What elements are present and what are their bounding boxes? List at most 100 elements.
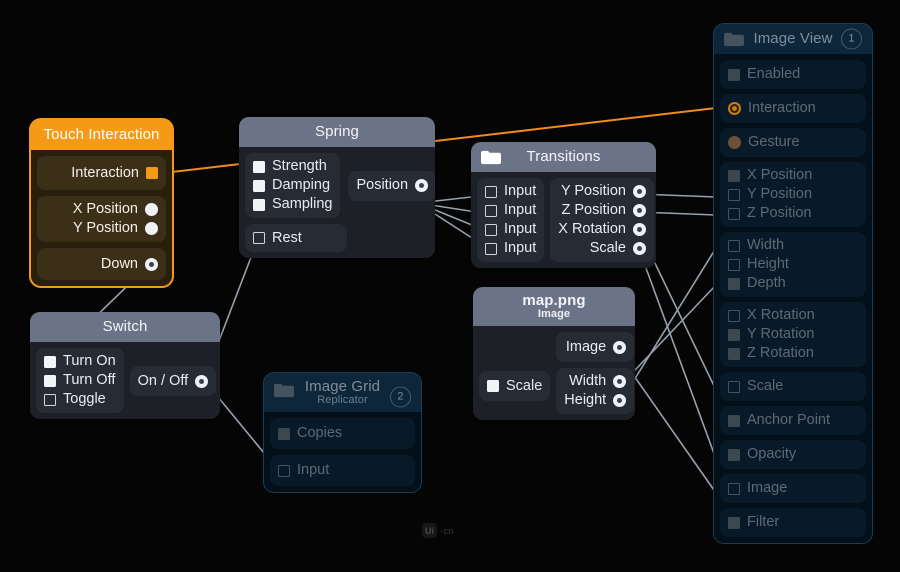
y-position-output-port[interactable] bbox=[145, 222, 158, 235]
port-row-interaction[interactable]: Interaction bbox=[45, 164, 158, 183]
port-row-sampling[interactable]: Sampling bbox=[253, 195, 332, 214]
on-off-output-port[interactable] bbox=[195, 374, 209, 388]
z-position-input-port[interactable] bbox=[728, 207, 740, 220]
port-label-enabled: Enabled bbox=[747, 66, 801, 82]
height-input-port[interactable] bbox=[728, 258, 740, 271]
port-row-height[interactable]: Height bbox=[564, 391, 627, 410]
node-spring[interactable]: Spring Strength Damping Sampling Positio… bbox=[239, 117, 435, 258]
width-output-port[interactable] bbox=[613, 375, 627, 388]
y-position-output-port[interactable] bbox=[632, 185, 646, 198]
input-2-port[interactable] bbox=[485, 204, 497, 217]
port-row-down[interactable]: Down bbox=[45, 255, 158, 274]
copies-input-port[interactable] bbox=[278, 427, 290, 440]
port-row-height[interactable]: Height bbox=[728, 255, 858, 274]
port-row-turn-off[interactable]: Turn Off bbox=[44, 371, 116, 390]
port-row-scale[interactable]: Scale bbox=[558, 239, 646, 258]
rest-input-port[interactable] bbox=[253, 232, 265, 244]
strength-input-port[interactable] bbox=[253, 160, 265, 173]
port-row-interaction[interactable]: Interaction bbox=[728, 99, 858, 118]
port-row-z-position[interactable]: Z Position bbox=[728, 204, 858, 223]
opacity-input-port[interactable] bbox=[728, 448, 740, 461]
image-input-port[interactable] bbox=[728, 482, 740, 495]
gesture-input-port[interactable] bbox=[728, 136, 741, 149]
position-output-port[interactable] bbox=[415, 179, 429, 192]
port-row-position[interactable]: Position bbox=[356, 176, 429, 195]
x-rotation-output-port[interactable] bbox=[632, 223, 646, 236]
port-row-y-position[interactable]: Y Position bbox=[728, 185, 858, 204]
image-output-port[interactable] bbox=[613, 340, 627, 354]
port-row-x-rotation[interactable]: X Rotation bbox=[728, 306, 858, 325]
input-port[interactable] bbox=[278, 464, 290, 477]
port-row-x-position[interactable]: X Position bbox=[45, 200, 158, 219]
interaction-output-port[interactable] bbox=[146, 167, 158, 179]
x-position-input-port[interactable] bbox=[728, 169, 740, 182]
port-label-width: Width bbox=[569, 373, 607, 389]
node-touch-interaction[interactable]: Touch Interaction Interaction X Position… bbox=[31, 120, 172, 286]
toggle-input-port[interactable] bbox=[44, 393, 56, 406]
node-image-grid[interactable]: 2 Image Grid Replicator Copies Input bbox=[264, 373, 421, 492]
port-row-width[interactable]: Width bbox=[728, 236, 858, 255]
turn-on-input-port[interactable] bbox=[44, 355, 56, 368]
height-output-port[interactable] bbox=[613, 394, 627, 407]
port-row-image[interactable]: Image bbox=[564, 338, 627, 357]
node-switch[interactable]: Switch Turn On Turn Off Toggle On / Off bbox=[30, 312, 220, 419]
port-row-on-off[interactable]: On / Off bbox=[138, 372, 209, 391]
port-row-damping[interactable]: Damping bbox=[253, 176, 332, 195]
port-row-width[interactable]: Width bbox=[564, 372, 627, 391]
input-4-port[interactable] bbox=[485, 242, 497, 255]
port-row-filter[interactable]: Filter bbox=[728, 513, 858, 532]
down-output-port[interactable] bbox=[145, 257, 158, 271]
port-row-gesture[interactable]: Gesture bbox=[728, 133, 858, 152]
x-position-output-port[interactable] bbox=[145, 203, 158, 216]
y-position-input-port[interactable] bbox=[728, 188, 740, 201]
port-row-input-2[interactable]: Input bbox=[485, 201, 536, 220]
port-row-copies[interactable]: Copies bbox=[278, 424, 407, 443]
port-row-input[interactable]: Input bbox=[278, 461, 407, 480]
z-position-output-port[interactable] bbox=[632, 204, 646, 217]
port-row-x-rotation[interactable]: X Rotation bbox=[558, 220, 646, 239]
turn-off-input-port[interactable] bbox=[44, 374, 56, 387]
port-row-rest[interactable]: Rest bbox=[253, 229, 339, 248]
port-row-depth[interactable]: Depth bbox=[728, 274, 858, 293]
port-row-input-3[interactable]: Input bbox=[485, 220, 536, 239]
node-image-view[interactable]: Image View 1 Enabled Interaction Gesture… bbox=[714, 24, 872, 543]
port-row-scale[interactable]: Scale bbox=[728, 377, 858, 396]
z-rotation-input-port[interactable] bbox=[728, 347, 740, 360]
port-row-input-4[interactable]: Input bbox=[485, 239, 536, 258]
port-row-z-rotation[interactable]: Z Rotation bbox=[728, 344, 858, 363]
port-row-y-rotation[interactable]: Y Rotation bbox=[728, 325, 858, 344]
interaction-input-port[interactable] bbox=[728, 102, 741, 115]
port-row-opacity[interactable]: Opacity bbox=[728, 445, 858, 464]
sampling-input-port[interactable] bbox=[253, 198, 265, 211]
port-row-toggle[interactable]: Toggle bbox=[44, 390, 116, 409]
port-row-z-position[interactable]: Z Position bbox=[558, 201, 646, 220]
scale-input-port[interactable] bbox=[487, 380, 499, 392]
input-3-port[interactable] bbox=[485, 223, 497, 236]
port-row-scale[interactable]: Scale bbox=[487, 377, 542, 396]
scale-output-port[interactable] bbox=[632, 242, 646, 255]
node-transitions[interactable]: Transitions Input Input Input Input Y Po… bbox=[471, 142, 656, 268]
damping-input-port[interactable] bbox=[253, 179, 265, 192]
width-input-port[interactable] bbox=[728, 239, 740, 252]
port-row-strength[interactable]: Strength bbox=[253, 157, 332, 176]
enabled-input-port[interactable] bbox=[728, 68, 740, 81]
input-1-port[interactable] bbox=[485, 185, 497, 198]
node-title: Image View bbox=[753, 30, 833, 47]
port-row-y-position[interactable]: Y Position bbox=[558, 182, 646, 201]
filter-input-port[interactable] bbox=[728, 516, 740, 529]
port-row-x-position[interactable]: X Position bbox=[728, 166, 858, 185]
port-group-map-inputs: Scale bbox=[479, 371, 551, 401]
x-rotation-input-port[interactable] bbox=[728, 309, 740, 322]
y-rotation-input-port[interactable] bbox=[728, 328, 740, 341]
depth-input-port[interactable] bbox=[728, 277, 740, 290]
port-row-input-1[interactable]: Input bbox=[485, 182, 536, 201]
scale-input-port[interactable] bbox=[728, 380, 740, 393]
node-graph-canvas[interactable]: Touch Interaction Interaction X Position… bbox=[0, 0, 900, 572]
port-row-y-position[interactable]: Y Position bbox=[45, 219, 158, 238]
port-row-turn-on[interactable]: Turn On bbox=[44, 352, 116, 371]
port-row-image[interactable]: Image bbox=[728, 479, 858, 498]
port-row-anchor-point[interactable]: Anchor Point bbox=[728, 411, 858, 430]
anchor-point-input-port[interactable] bbox=[728, 414, 740, 427]
port-row-enabled[interactable]: Enabled bbox=[728, 65, 858, 84]
node-map-png[interactable]: map.png Image Scale Image Width Height bbox=[473, 287, 635, 420]
